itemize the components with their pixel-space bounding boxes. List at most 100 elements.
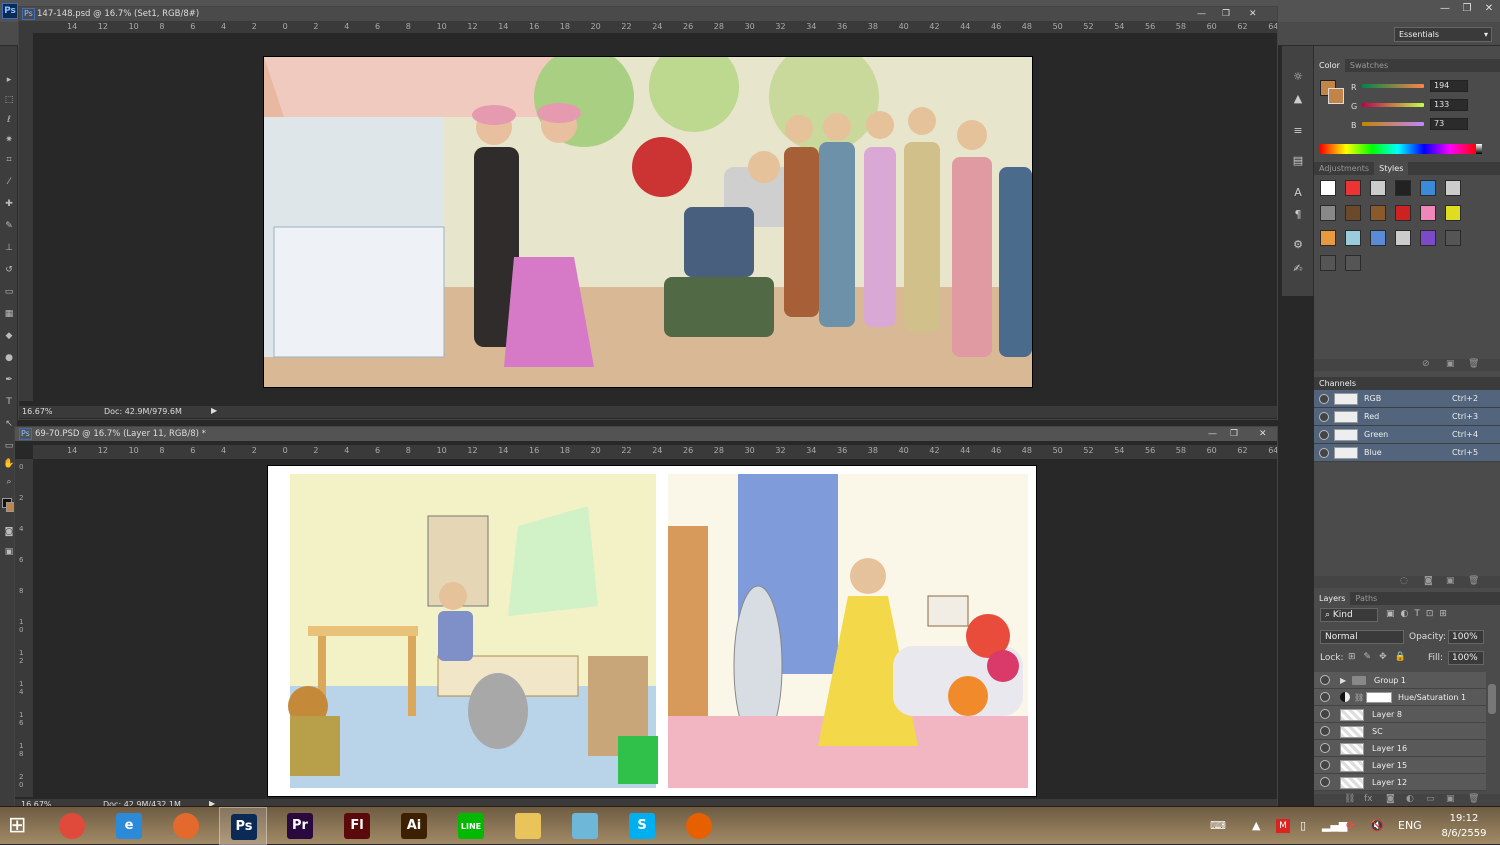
style-preset-swatch[interactable] [1420,180,1436,196]
style-preset-swatch[interactable] [1445,230,1461,246]
group-folder-icon[interactable]: ▭ [1426,794,1435,804]
language-indicator[interactable]: ENG [1398,807,1422,845]
type-tool-icon[interactable]: T [3,396,15,408]
layer-row[interactable]: SC [1314,723,1486,740]
healing-tool-icon[interactable]: ✚ [3,198,15,210]
style-preset-swatch[interactable] [1320,205,1336,221]
channel-row[interactable]: RGB Ctrl+2 [1314,390,1500,408]
minimize-icon[interactable]: — [1434,2,1456,16]
style-preset-swatch[interactable] [1420,230,1436,246]
status-menu-arrow-icon[interactable]: ▶ [211,406,217,415]
style-preset-swatch[interactable] [1320,230,1336,246]
save-selection-icon[interactable]: ◙ [1424,576,1433,586]
doc-size-info[interactable]: Doc: 42.9M/979.6M [104,407,182,416]
layer-filter-icons[interactable]: ▣◐T⊡⊞ [1386,609,1453,619]
taskbar-app-button[interactable] [162,807,210,845]
device-icon[interactable]: ▯ [1300,807,1306,845]
taskbar-app-button[interactable]: Pr [276,807,324,845]
taskbar-app-button[interactable] [561,807,609,845]
style-preset-swatch[interactable] [1345,230,1361,246]
taskbar-app-button[interactable] [675,807,723,845]
mask-icon[interactable]: ◙ [1386,794,1395,804]
eraser-tool-icon[interactable]: ▭ [3,286,15,298]
background-color-swatch[interactable] [1328,88,1344,104]
taskbar-app-button[interactable] [504,807,552,845]
tab-layers[interactable]: Layers [1314,592,1351,605]
layer-row[interactable]: Layer 16 [1314,740,1486,757]
tool-presets-icon[interactable]: ✍ [1291,262,1305,276]
close-icon[interactable]: ✕ [1259,427,1267,441]
close-icon[interactable]: ✕ [1478,2,1500,16]
trash-icon[interactable]: 🗑 [1468,794,1479,804]
close-icon[interactable]: ✕ [1249,7,1257,21]
channel-row[interactable]: Green Ctrl+4 [1314,426,1500,444]
fill-input[interactable]: 100% [1448,651,1484,665]
blue-value[interactable]: 73 [1430,118,1468,130]
keyboard-icon[interactable]: ⌨ [1210,807,1226,845]
layer-row[interactable]: ▶ Group 1 [1314,672,1486,689]
blur-tool-icon[interactable]: ◆ [3,330,15,342]
taskbar-app-button[interactable]: Fl [333,807,381,845]
load-selection-icon[interactable]: ◌ [1400,576,1408,586]
taskbar-app-button[interactable]: Ai [390,807,438,845]
style-preset-swatch[interactable] [1370,180,1386,196]
document-2-titlebar[interactable]: Ps 69-70.PSD @ 16.7% (Layer 11, RGB/8) *… [15,427,1277,441]
mcafee-icon[interactable]: M [1276,819,1290,833]
layer-row[interactable]: Layer 12 [1314,774,1486,791]
eye-visibility-icon[interactable] [1320,726,1330,736]
opacity-input[interactable]: 100% [1448,630,1484,644]
style-preset-swatch[interactable] [1345,205,1361,221]
eye-visibility-icon[interactable] [1319,394,1329,404]
layer-row[interactable]: ⛓ Hue/Saturation 1 [1314,689,1486,706]
workspace-select[interactable]: Essentials ▾ [1394,27,1492,42]
eye-visibility-icon[interactable] [1320,777,1330,787]
no-style-icon[interactable]: ⊘ [1422,359,1430,369]
layer-comps-icon[interactable]: ▤ [1291,154,1305,168]
trash-icon[interactable]: 🗑 [1468,576,1479,586]
green-slider[interactable] [1362,103,1424,107]
dodge-tool-icon[interactable]: ● [3,352,15,364]
green-value[interactable]: 133 [1430,99,1468,111]
histogram-icon[interactable]: ▲ [1291,92,1305,106]
tab-color[interactable]: Color [1314,59,1345,72]
show-hidden-icons[interactable]: ▲ [1252,807,1260,845]
style-preset-swatch[interactable] [1370,230,1386,246]
lasso-tool-icon[interactable]: ℓ [3,114,15,126]
style-preset-swatch[interactable] [1420,205,1436,221]
black-white-ramp[interactable] [1476,144,1482,154]
expand-arrow-icon[interactable]: ▶ [1340,672,1346,689]
style-preset-swatch[interactable] [1320,180,1336,196]
volume-muted-icon[interactable]: 🔇 [1370,807,1384,845]
eye-visibility-icon[interactable] [1320,709,1330,719]
clone-source-icon[interactable]: ⚙ [1291,238,1305,252]
restore-icon[interactable]: ❐ [1222,7,1230,21]
tab-adjustments[interactable]: Adjustments [1314,162,1374,175]
red-slider[interactable] [1362,84,1424,88]
restore-icon[interactable]: ❐ [1456,2,1478,16]
stamp-tool-icon[interactable]: ⊥ [3,242,15,254]
channel-row[interactable]: Blue Ctrl+5 [1314,444,1500,462]
trash-icon[interactable]: 🗑 [1468,359,1479,369]
zoom-level[interactable]: 16.67% [22,407,53,416]
tab-swatches[interactable]: Swatches [1345,59,1393,72]
network-signal-icon[interactable]: ▂▄▆ [1322,807,1347,845]
eye-visibility-icon[interactable] [1319,412,1329,422]
blend-mode-select[interactable]: Normal [1320,630,1404,644]
adjustments-sliders-icon[interactable]: ≡ [1291,124,1305,138]
minimize-icon[interactable]: — [1197,7,1206,21]
layer-row[interactable]: Layer 8 [1314,706,1486,723]
channel-row[interactable]: Red Ctrl+3 [1314,408,1500,426]
windows-start-icon[interactable]: ⊞ [8,813,38,839]
blue-slider[interactable] [1362,122,1424,126]
crop-tool-icon[interactable]: ⌗ [3,154,15,166]
taskbar-app-button[interactable]: S [618,807,666,845]
link-icon[interactable]: ⛓ [1344,794,1355,804]
filter-kind-select[interactable]: ⌕ Kind [1320,608,1378,622]
adjustment-layer-icon[interactable]: ◐ [1406,794,1414,804]
pen-tool-icon[interactable]: ✒ [3,374,15,386]
history-brush-icon[interactable]: ↺ [3,264,15,276]
clock-time[interactable]: 19:12 [1434,813,1494,824]
tab-styles[interactable]: Styles [1374,162,1409,175]
new-style-icon[interactable]: ▣ [1446,359,1455,369]
brush-tool-icon[interactable]: ✎ [3,220,15,232]
